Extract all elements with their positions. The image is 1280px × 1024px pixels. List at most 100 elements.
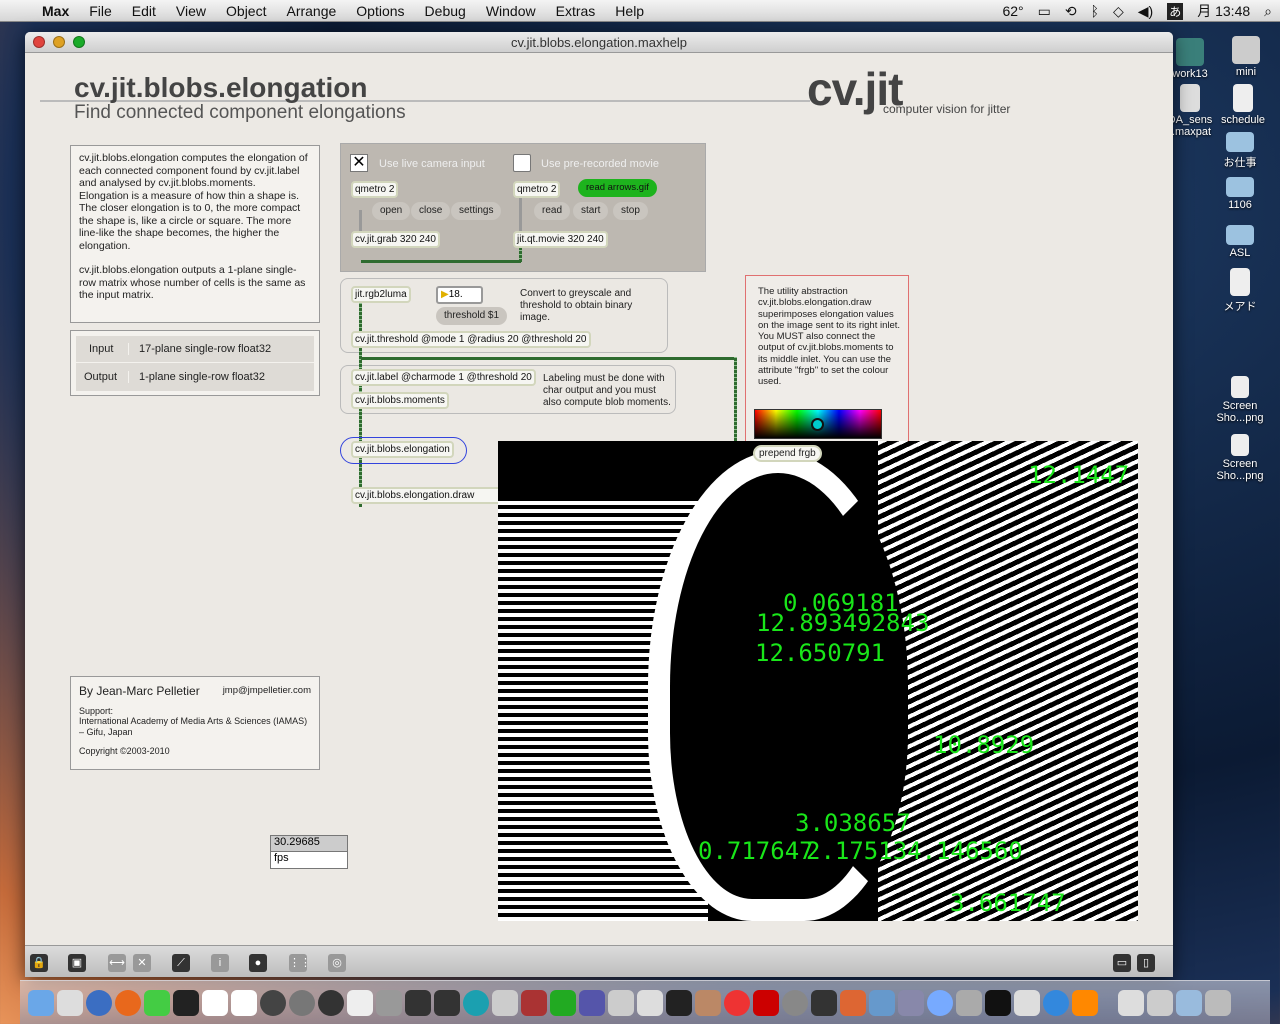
processing-icon[interactable] xyxy=(434,989,460,1016)
pd-icon[interactable] xyxy=(347,989,373,1016)
arduino-icon[interactable] xyxy=(463,989,489,1016)
app-icon[interactable] xyxy=(898,989,924,1016)
app-icon[interactable] xyxy=(956,989,982,1016)
author-email[interactable]: jmp@jmpelletier.com xyxy=(223,685,311,698)
delete-icon[interactable]: ✕ xyxy=(133,954,151,972)
itunes-icon[interactable] xyxy=(724,989,750,1016)
desktop-icon-asl[interactable]: ASL xyxy=(1205,225,1275,259)
app-icon[interactable] xyxy=(811,989,837,1016)
menu-object[interactable]: Object xyxy=(216,3,276,19)
wifi-icon[interactable]: ◇ xyxy=(1113,3,1124,20)
qtmovie-object[interactable]: jit.qt.movie 320 240 xyxy=(513,231,608,248)
input-method-icon[interactable]: あ xyxy=(1167,2,1184,20)
desktop-icon-mini[interactable]: mini xyxy=(1211,36,1280,78)
read-message[interactable]: read xyxy=(534,202,571,220)
trash-icon[interactable] xyxy=(1205,989,1231,1016)
live-camera-toggle[interactable]: ✕ xyxy=(350,154,368,172)
preview-icon[interactable] xyxy=(869,989,895,1016)
moments-object[interactable]: cv.jit.blobs.moments xyxy=(351,392,449,409)
desktop-icon-folder1[interactable]: お仕事 xyxy=(1205,132,1275,170)
menu-options[interactable]: Options xyxy=(346,3,414,19)
rgb2luma-object[interactable]: jit.rgb2luma xyxy=(351,286,411,303)
bbedit-icon[interactable] xyxy=(144,989,170,1016)
app-icon[interactable] xyxy=(492,989,518,1016)
menu-arrange[interactable]: Arrange xyxy=(276,3,346,19)
script-editor-icon[interactable] xyxy=(57,989,83,1016)
app-icon[interactable] xyxy=(840,989,866,1016)
desktop-icon-1106[interactable]: 1106 xyxy=(1205,177,1275,211)
grab-object[interactable]: cv.jit.grab 320 240 xyxy=(351,231,440,248)
easel-icon[interactable]: ⟋ xyxy=(172,954,190,972)
app-icon[interactable] xyxy=(782,989,808,1016)
app-icon[interactable] xyxy=(637,989,663,1016)
sidebar-right-icon[interactable]: ▯ xyxy=(1137,954,1155,972)
threshold-message[interactable]: threshold $1 xyxy=(436,307,508,325)
open-message[interactable]: open xyxy=(372,202,411,220)
grid-icon[interactable]: ⋮⋮ xyxy=(289,954,311,972)
menu-edit[interactable]: Edit xyxy=(122,3,166,19)
desktop-icon-screenshot2[interactable]: Screen Sho...png xyxy=(1205,434,1275,482)
zoom-window-button[interactable] xyxy=(73,36,85,48)
stop-message[interactable]: stop xyxy=(613,202,648,220)
display-icon[interactable]: ▭ xyxy=(1038,3,1051,20)
close-window-button[interactable] xyxy=(33,36,45,48)
temperature-status[interactable]: 62° xyxy=(1002,3,1023,19)
close-message[interactable]: close xyxy=(411,202,451,220)
guitar-icon[interactable] xyxy=(695,989,721,1016)
threshold-number-box[interactable]: ▶18. xyxy=(436,286,483,304)
snap-icon[interactable]: ◎ xyxy=(328,954,346,972)
prepend-frgb-message[interactable]: prepend frgb xyxy=(753,445,822,462)
activity-graph-icon[interactable] xyxy=(985,989,1011,1016)
menu-extras[interactable]: Extras xyxy=(546,3,606,19)
threshold-object[interactable]: cv.jit.threshold @mode 1 @radius 20 @thr… xyxy=(351,331,591,348)
menu-window[interactable]: Window xyxy=(476,3,546,19)
stack-icon[interactable] xyxy=(1118,989,1144,1016)
terminal-icon[interactable] xyxy=(173,989,199,1016)
clock[interactable]: 月 13:48 xyxy=(1197,1,1250,21)
elongation-object[interactable]: cv.jit.blobs.elongation xyxy=(351,441,454,458)
menu-file[interactable]: File xyxy=(79,3,122,19)
lock-icon[interactable]: 🔒 xyxy=(30,954,48,972)
activity-monitor-icon[interactable] xyxy=(550,989,576,1016)
max5-icon[interactable] xyxy=(318,989,344,1016)
app-icon[interactable] xyxy=(927,989,953,1016)
menu-debug[interactable]: Debug xyxy=(415,3,476,19)
sidebar-left-icon[interactable]: ▭ xyxy=(1113,954,1131,972)
app-icon[interactable] xyxy=(1043,989,1069,1016)
vlc-icon[interactable] xyxy=(1072,989,1098,1016)
app-icon[interactable] xyxy=(579,989,605,1016)
desktop-icon-meado[interactable]: メアド xyxy=(1205,268,1275,314)
read-arrows-message[interactable]: read arrows.gif xyxy=(578,179,657,197)
qmetro-object[interactable]: qmetro 2 xyxy=(513,181,561,198)
qmetro-object[interactable]: qmetro 2 xyxy=(351,181,399,198)
movie-toggle[interactable] xyxy=(513,154,531,172)
app-icon[interactable] xyxy=(289,989,315,1016)
firefox-icon[interactable] xyxy=(115,989,141,1016)
fps-number[interactable]: 30.29685 xyxy=(271,836,347,852)
piano-icon[interactable] xyxy=(666,989,692,1016)
label-object[interactable]: cv.jit.label @charmode 1 @threshold 20 xyxy=(351,369,536,386)
color-picker-handle[interactable] xyxy=(811,418,824,431)
inspector-icon[interactable]: ● xyxy=(249,954,267,972)
time-machine-icon[interactable]: ⟲ xyxy=(1065,3,1077,20)
patch-cords-icon[interactable]: ⟷ xyxy=(108,954,126,972)
presentation-icon[interactable]: ▣ xyxy=(68,954,86,972)
thunderbird-icon[interactable] xyxy=(86,989,112,1016)
start-message[interactable]: start xyxy=(573,202,609,220)
desktop-icon-screenshot1[interactable]: Screen Sho...png xyxy=(1205,376,1275,424)
menu-help[interactable]: Help xyxy=(605,3,654,19)
documents-stack-icon[interactable] xyxy=(1176,989,1202,1016)
bluetooth-icon[interactable]: ᛒ xyxy=(1091,3,1099,19)
app-icon[interactable] xyxy=(608,989,634,1016)
app-icon[interactable] xyxy=(376,989,402,1016)
app-icon[interactable] xyxy=(521,989,547,1016)
menu-max[interactable]: Max xyxy=(32,3,79,19)
max-icon[interactable] xyxy=(260,989,286,1016)
app-icon[interactable] xyxy=(1014,989,1040,1016)
volume-icon[interactable]: ◀) xyxy=(1138,3,1153,20)
spotlight-icon[interactable]: ⌕ xyxy=(1264,3,1272,20)
processing-icon[interactable] xyxy=(405,989,431,1016)
flash-icon[interactable] xyxy=(753,989,779,1016)
finder-icon[interactable] xyxy=(28,989,54,1016)
menu-view[interactable]: View xyxy=(166,3,216,19)
